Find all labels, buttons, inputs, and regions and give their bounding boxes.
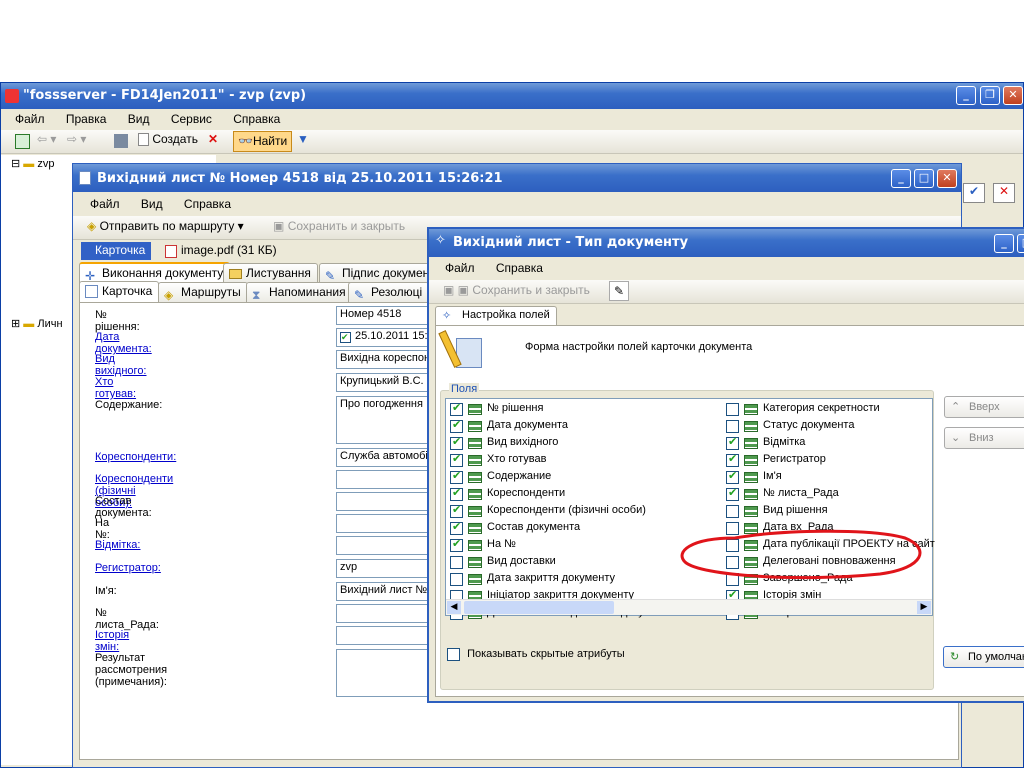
red-annotation-ellipse [680, 529, 922, 580]
